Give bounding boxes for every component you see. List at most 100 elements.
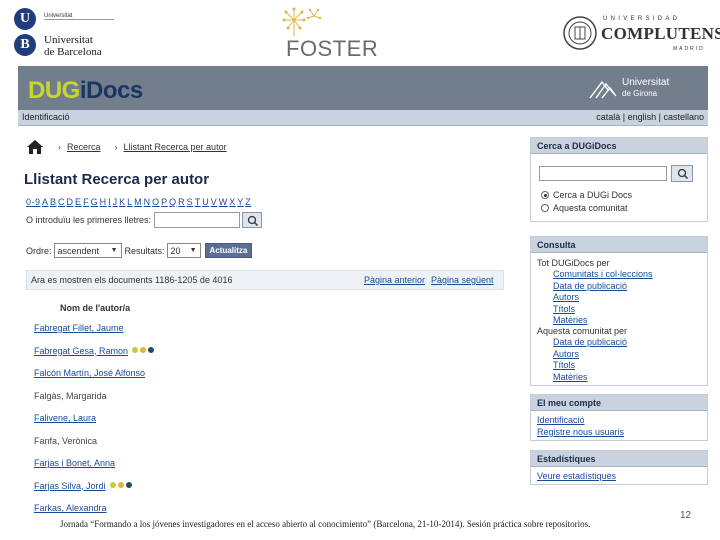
letter-link[interactable]: L: [127, 197, 133, 207]
browse-community-link[interactable]: Títols: [553, 360, 575, 370]
letter-link[interactable]: D: [67, 197, 74, 207]
sidebar-account-title: El meu compte: [531, 395, 707, 411]
letter-link[interactable]: A: [42, 197, 49, 207]
sidebar-search-panel: Cerca a DUGiDocs Cerca a DUGi Docs Aques…: [530, 137, 708, 222]
ucm-bottom-text: MADRID: [673, 46, 705, 52]
page-title: Llistant Recerca per autor: [24, 171, 210, 188]
brand-part-docs: Docs: [86, 77, 143, 104]
udg-bird-icon: [589, 80, 617, 99]
author-row: Falcón Martín, José Alfonso: [26, 363, 504, 384]
account-register-link[interactable]: Registre nous usuaris: [537, 427, 624, 437]
letter-link[interactable]: P: [161, 197, 168, 207]
udg-line1: Universitat: [622, 77, 670, 88]
sidebar-account-panel: El meu compte Identificació Registre nou…: [530, 394, 708, 441]
browse-all-link[interactable]: Títols: [553, 304, 575, 314]
dandelion-icon: [282, 7, 322, 36]
letter-link[interactable]: F: [83, 197, 89, 207]
profile-dot-icon[interactable]: [132, 346, 138, 353]
author-row: Fabregat Gesa, Ramon: [26, 341, 504, 362]
profile-dot-icon[interactable]: [140, 346, 146, 353]
sidebar-search-button[interactable]: [671, 165, 693, 182]
browse-all-link[interactable]: Autors: [553, 292, 579, 302]
account-login-link[interactable]: Identificació: [537, 415, 585, 425]
author-name-link[interactable]: Falcón Martín, José Alfonso: [34, 368, 145, 378]
letter-link[interactable]: C: [58, 197, 65, 207]
author-column-header: Nom de l'autor/a: [60, 303, 131, 313]
browse-community-link[interactable]: Data de publicació: [553, 337, 627, 347]
view-stats-link[interactable]: Veure estadístiques: [537, 471, 616, 481]
order-select-value: ascendent: [57, 245, 100, 256]
letter-link[interactable]: V: [211, 197, 218, 207]
author-row: Falgàs, Margarida: [26, 386, 504, 407]
chevron-down-icon: ▼: [110, 247, 118, 254]
ub-logo-name: Universitat de Barcelona: [44, 34, 102, 58]
alphabet-jump-links: 0-9 A B C D E F G H I J K L M N O P Q R S T U V W X Y Z: [26, 197, 253, 207]
profile-dot-icon[interactable]: [148, 346, 154, 353]
prefix-input[interactable]: [154, 212, 241, 228]
letter-link[interactable]: H: [100, 197, 107, 207]
ub-logo-sub: Universitat: [44, 13, 114, 20]
ucm-seal-icon: [563, 16, 597, 50]
ub-name-line1: Universitat: [44, 34, 93, 46]
letter-link[interactable]: R: [178, 197, 185, 207]
letter-link[interactable]: 0-9: [26, 197, 41, 207]
browse-community-link[interactable]: Matèries: [553, 372, 588, 382]
author-name-link[interactable]: Farjas i Bonet, Anna: [34, 458, 115, 468]
results-label: Resultats:: [124, 245, 165, 256]
author-name-link[interactable]: Falivene, Laura: [34, 413, 96, 423]
letter-link[interactable]: Y: [237, 197, 244, 207]
udg-logo-text: Universitat de Girona: [622, 77, 669, 99]
letter-link[interactable]: I: [108, 197, 111, 207]
letter-link[interactable]: S: [187, 197, 194, 207]
letter-link[interactable]: Q: [169, 197, 177, 207]
radio-search-all[interactable]: [541, 191, 549, 199]
login-link[interactable]: Identificació: [22, 112, 70, 122]
top-navbar: Identificació català | english | castell…: [18, 110, 708, 126]
letter-link[interactable]: T: [195, 197, 201, 207]
language-selector[interactable]: català | english | castellano: [596, 112, 704, 122]
author-name-link[interactable]: Farjas Silva, Jordi: [34, 481, 106, 491]
previous-page-link[interactable]: Pàgina anterior: [364, 275, 425, 285]
sidebar-search-input[interactable]: [539, 166, 667, 181]
next-page-link[interactable]: Pàgina següent: [431, 275, 494, 285]
letter-link[interactable]: M: [134, 197, 142, 207]
letter-link[interactable]: N: [144, 197, 151, 207]
author-name-link: Falgàs, Margarida: [34, 390, 107, 401]
author-name-link[interactable]: Fabregat Fillet, Jaume: [34, 323, 124, 333]
letter-link[interactable]: E: [75, 197, 82, 207]
letter-link[interactable]: G: [91, 197, 99, 207]
browse-all-link[interactable]: Comunitats i col·leccions: [553, 269, 653, 279]
foster-logo: FOSTER: [278, 6, 388, 61]
browse-all-link[interactable]: Data de publicació: [553, 281, 627, 291]
site-banner: DUGiDocs Universitat de Girona: [18, 66, 708, 110]
breadcrumb-current[interactable]: Llistant Recerca per autor: [124, 142, 227, 152]
letter-link[interactable]: K: [119, 197, 126, 207]
letter-link[interactable]: X: [229, 197, 236, 207]
dugidocs-logo[interactable]: DUGiDocs: [28, 77, 143, 105]
profile-dot-icon[interactable]: [110, 481, 116, 488]
radio-search-community[interactable]: [541, 204, 549, 212]
browse-all-link[interactable]: Matèries: [553, 315, 588, 325]
author-name-link[interactable]: Fabregat Gesa, Ramon: [34, 346, 128, 356]
author-profile-dots: [132, 346, 154, 353]
letter-link[interactable]: U: [202, 197, 209, 207]
profile-dot-icon[interactable]: [118, 481, 124, 488]
profile-dot-icon[interactable]: [126, 481, 132, 488]
search-icon: [677, 168, 689, 180]
letter-link[interactable]: W: [219, 197, 228, 207]
sidebar-stats-title: Estadístiques: [531, 451, 707, 467]
author-name-link[interactable]: Farkas, Alexandra: [34, 503, 107, 513]
results-select[interactable]: 20 ▼: [166, 243, 201, 258]
update-button[interactable]: Actualitza: [204, 243, 253, 258]
browse-community-link[interactable]: Autors: [553, 349, 579, 359]
letter-link[interactable]: O: [152, 197, 160, 207]
letter-link[interactable]: B: [50, 197, 57, 207]
prefix-search-button[interactable]: [242, 212, 263, 228]
order-select[interactable]: ascendent ▼: [53, 243, 122, 258]
author-row: Falivene, Laura: [26, 408, 504, 429]
breadcrumb-recerca[interactable]: Recerca: [67, 142, 101, 152]
letter-link[interactable]: Z: [245, 197, 251, 207]
home-icon[interactable]: [26, 139, 44, 155]
udg-logo[interactable]: Universitat de Girona: [588, 74, 698, 104]
letter-link[interactable]: J: [113, 197, 118, 207]
